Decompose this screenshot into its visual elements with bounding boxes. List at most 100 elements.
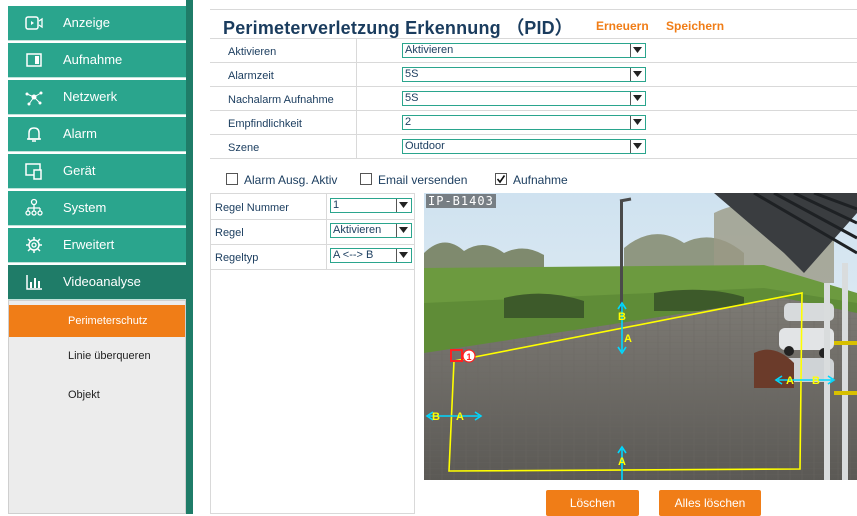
direction-label-a-bottom: A: [618, 456, 626, 468]
checkbox-label: Email versenden: [378, 173, 468, 187]
rule-row-enable: Regel Aktivieren: [211, 219, 414, 245]
alarm-time-select[interactable]: 5S: [402, 67, 646, 82]
form-row-szene: Szene Outdoor: [210, 135, 857, 159]
sidebar-subitem-perimeterschutz[interactable]: Perimeterschutz: [9, 305, 185, 337]
sidebar-item-label: Aufnahme: [63, 52, 123, 67]
sidebar-subitem-label: Objekt: [68, 389, 100, 401]
sidebar-item-label: Erweitert: [63, 237, 115, 252]
rule-row-number: Regel Nummer 1: [211, 194, 414, 220]
chevron-down-icon: [630, 140, 645, 153]
chart-icon: [26, 275, 42, 290]
top-divider: [210, 9, 857, 10]
video-preview[interactable]: 1 B A B A A B A IP-B1403: [424, 193, 857, 480]
direction-label-b-left: B: [432, 411, 440, 423]
form-row-aktivieren: Aktivieren Aktivieren: [210, 39, 857, 63]
sidebar-submenu: Perimeterschutz Linie überqueren Objekt: [8, 300, 186, 514]
sidebar-item-aufnahme[interactable]: Aufnahme: [8, 43, 186, 78]
rules-table: Regel Nummer 1 Regel Aktivieren Regeltyp…: [210, 193, 415, 514]
refresh-button[interactable]: Erneuern: [596, 19, 649, 33]
scene-select[interactable]: Outdoor: [402, 139, 646, 154]
rule-number-select[interactable]: 1: [330, 198, 412, 213]
rule-label: Regeltyp: [215, 252, 259, 264]
form-label: Szene: [228, 142, 260, 154]
bell-icon: [27, 127, 41, 142]
zone-number: 1: [466, 352, 471, 362]
sidebar-item-label: Gerät: [63, 163, 96, 178]
sidebar-item-anzeige[interactable]: Anzeige: [8, 6, 186, 41]
direction-label-a-top: A: [624, 333, 632, 345]
sidebar-item-geraet[interactable]: Gerät: [8, 154, 186, 189]
sidebar-subitem-label: Perimeterschutz: [68, 315, 148, 327]
save-button[interactable]: Speichern: [666, 19, 724, 33]
chevron-down-icon: [630, 44, 645, 57]
system-icon: [25, 198, 43, 216]
checkbox-box: [226, 173, 238, 185]
email-checkbox[interactable]: Email versenden: [360, 173, 467, 187]
sidebar-item-netzwerk[interactable]: Netzwerk: [8, 80, 186, 115]
chevron-down-icon: [396, 249, 411, 262]
alarm-output-checkbox[interactable]: Alarm Ausg. Aktiv: [226, 173, 337, 187]
rule-label: Regel Nummer: [215, 202, 289, 214]
checkmark-icon: [495, 173, 507, 185]
network-icon: [25, 91, 43, 106]
form-label: Empfindlichkeit: [228, 118, 302, 130]
display-icon: [25, 16, 43, 30]
form-row-nachalarm: Nachalarm Aufnahme 5S: [210, 87, 857, 111]
rule-enable-select[interactable]: Aktivieren: [330, 223, 412, 238]
camera-scene: 1 B A B A A B A: [424, 193, 857, 480]
sidebar-subitem-objekt[interactable]: Objekt: [9, 379, 185, 411]
sidebar-item-system[interactable]: System: [8, 191, 186, 226]
chevron-down-icon: [396, 199, 411, 212]
checkbox-label: Aufnahme: [513, 173, 568, 187]
record-checkbox[interactable]: Aufnahme: [495, 173, 568, 187]
delete-all-button[interactable]: Alles löschen: [659, 490, 761, 516]
sidebar-item-label: Netzwerk: [63, 89, 118, 104]
sidebar-item-videoanalyse[interactable]: Videoanalyse: [8, 265, 186, 300]
select-value: 5S: [405, 92, 419, 104]
select-value: 1: [333, 199, 340, 211]
camera-osd-label: IP-B1403: [426, 194, 496, 208]
direction-label-a-right: A: [786, 375, 794, 387]
rule-row-type: Regeltyp A <--> B: [211, 244, 414, 270]
chevron-down-icon: [630, 68, 645, 81]
sidebar-item-alarm[interactable]: Alarm: [8, 117, 186, 152]
select-value: 5S: [405, 68, 419, 80]
main-panel: Perimeterverletzung Erkennung （PID） Erne…: [193, 0, 857, 516]
select-value: Outdoor: [405, 140, 445, 152]
select-value: 2: [405, 116, 412, 128]
sidebar-subitem-label: Linie überqueren: [68, 350, 151, 362]
sidebar-item-label: Anzeige: [63, 15, 110, 30]
select-value: A <--> B: [333, 249, 374, 261]
chevron-down-icon: [630, 116, 645, 129]
sidebar-item-label: Videoanalyse: [63, 274, 141, 289]
chevron-down-icon: [630, 92, 645, 105]
form-row-alarmzeit: Alarmzeit 5S: [210, 63, 857, 87]
sidebar-item-label: System: [63, 200, 107, 215]
enable-select[interactable]: Aktivieren: [402, 43, 646, 58]
direction-label-b-right: B: [812, 375, 820, 387]
direction-label-a-left: A: [456, 411, 464, 423]
direction-label-b-top: B: [618, 311, 626, 323]
checkbox-label: Alarm Ausg. Aktiv: [244, 173, 338, 187]
sensitivity-select[interactable]: 2: [402, 115, 646, 130]
select-value: Aktivieren: [333, 224, 382, 236]
form-label: Nachalarm Aufnahme: [228, 94, 334, 106]
sidebar: Anzeige Aufnahme Netzwerk Alarm Gerät Sy…: [0, 0, 186, 514]
rule-type-select[interactable]: A <--> B: [330, 248, 412, 263]
select-value: Aktivieren: [405, 44, 454, 56]
form-label: Aktivieren: [228, 46, 277, 58]
sidebar-item-erweitert[interactable]: Erweitert: [8, 228, 186, 263]
form-label: Alarmzeit: [228, 70, 274, 82]
sidebar-divider: [186, 0, 193, 514]
device-icon: [25, 163, 42, 180]
delete-button[interactable]: Löschen: [546, 490, 639, 516]
sidebar-item-label: Alarm: [63, 126, 97, 141]
form-row-empfindlichkeit: Empfindlichkeit 2: [210, 111, 857, 135]
chevron-down-icon: [396, 224, 411, 237]
checkbox-box: [360, 173, 372, 185]
rule-label: Regel: [215, 227, 244, 239]
folder-icon: [26, 53, 42, 67]
gear-icon: [26, 237, 42, 253]
sidebar-subitem-linie-ueberqueren[interactable]: Linie überqueren: [9, 340, 185, 372]
post-alarm-record-select[interactable]: 5S: [402, 91, 646, 106]
